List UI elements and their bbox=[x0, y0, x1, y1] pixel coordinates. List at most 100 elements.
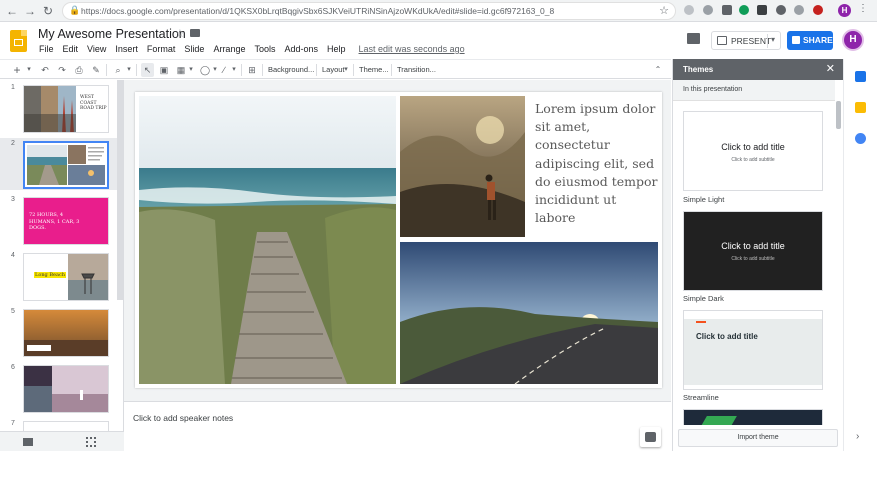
menu-insert[interactable]: Insert bbox=[115, 44, 138, 54]
divider bbox=[136, 64, 137, 76]
chevron-right-icon[interactable]: › bbox=[856, 431, 859, 442]
slide-body-text[interactable]: Lorem ipsum dolor sit amet, consectetur … bbox=[535, 100, 659, 227]
slide-thumbnail-row[interactable]: 7 bbox=[0, 418, 117, 431]
extension-icon[interactable] bbox=[794, 5, 804, 15]
chevron-up-icon[interactable]: ⌃ bbox=[652, 63, 664, 77]
slide-thumbnail[interactable] bbox=[23, 141, 109, 189]
chevron-down-icon[interactable]: ▾ bbox=[342, 63, 350, 77]
menu-edit[interactable]: Edit bbox=[63, 44, 79, 54]
paint-format-icon[interactable]: ✎ bbox=[90, 63, 102, 77]
speaker-notes[interactable]: Click to add speaker notes bbox=[124, 406, 671, 451]
filmstrip-view-icon[interactable] bbox=[23, 438, 33, 446]
chevron-down-icon[interactable]: ▾ bbox=[230, 63, 238, 77]
slide-thumbnail-row[interactable]: 5 bbox=[0, 306, 117, 358]
slide-thumbnail[interactable]: Long Beach bbox=[23, 253, 109, 301]
accent-bar bbox=[696, 321, 706, 323]
menu-bar: File Edit View Insert Format Slide Arran… bbox=[39, 44, 474, 54]
grid-view-icon[interactable] bbox=[86, 437, 96, 447]
extension-icon[interactable] bbox=[684, 5, 694, 15]
explore-icon bbox=[645, 432, 656, 442]
slide-1-title: WEST COAST ROAD TRIP bbox=[80, 95, 107, 111]
explore-button[interactable] bbox=[640, 427, 661, 447]
tasks-icon[interactable] bbox=[855, 133, 866, 144]
chevron-down-icon[interactable]: ▾ bbox=[771, 35, 775, 44]
slide-thumbnail[interactable] bbox=[23, 365, 109, 413]
slide-thumbnail-row[interactable]: 1 WEST COAST ROAD TRIP bbox=[0, 82, 117, 134]
last-edit-link[interactable]: Last edit was seconds ago bbox=[359, 44, 465, 54]
record-icon[interactable] bbox=[813, 5, 823, 15]
menu-arrange[interactable]: Arrange bbox=[213, 44, 245, 54]
new-slide-icon[interactable]: + bbox=[10, 63, 24, 77]
folder-icon[interactable] bbox=[190, 29, 200, 37]
keep-icon[interactable] bbox=[855, 102, 866, 113]
share-button[interactable]: SHARE bbox=[787, 31, 833, 50]
browser-menu-icon[interactable]: ⋮ bbox=[858, 3, 868, 14]
theme-card-simple-dark[interactable]: Click to add title Click to add subtitle bbox=[683, 211, 823, 291]
theme-card-streamline[interactable]: Click to add title bbox=[683, 310, 823, 390]
slide-thumbnail-row-selected[interactable]: 2 bbox=[0, 138, 117, 190]
slide-thumbnail-row[interactable]: 6 bbox=[0, 362, 117, 414]
extension-icon[interactable] bbox=[703, 5, 713, 15]
theme-card-simple-light[interactable]: Click to add title Click to add subtitle bbox=[683, 111, 823, 191]
theme-card-partial[interactable] bbox=[683, 409, 823, 425]
eyedropper-icon[interactable] bbox=[722, 5, 732, 15]
user-avatar[interactable]: H bbox=[842, 29, 864, 51]
document-title[interactable]: My Awesome Presentation bbox=[38, 27, 186, 41]
text-box-icon[interactable]: ▣ bbox=[158, 63, 170, 77]
slide-thumbnail[interactable]: 72 HOURS, 4 HUMANS, 1 CAR, 3 DOGS. bbox=[23, 197, 109, 245]
browser-profile-avatar[interactable]: H bbox=[838, 4, 851, 17]
chevron-down-icon[interactable]: ▾ bbox=[25, 63, 33, 77]
themes-scrollbar[interactable] bbox=[836, 101, 841, 129]
extension-icon[interactable] bbox=[739, 5, 749, 15]
background-button[interactable]: Background... bbox=[268, 63, 314, 77]
gear-icon[interactable] bbox=[776, 5, 786, 15]
present-button[interactable]: PRESENT ▾ bbox=[711, 31, 781, 50]
image-icon[interactable]: ▦ bbox=[175, 63, 187, 77]
chevron-down-icon[interactable]: ▾ bbox=[125, 63, 133, 77]
theme-name: Streamline bbox=[683, 393, 719, 402]
comment-history-icon[interactable] bbox=[687, 33, 700, 44]
chevron-down-icon[interactable]: ▾ bbox=[187, 63, 195, 77]
current-slide[interactable]: Lorem ipsum dolor sit amet, consectetur … bbox=[135, 92, 662, 388]
import-theme-button[interactable]: Import theme bbox=[678, 429, 838, 447]
extension-icon[interactable] bbox=[757, 5, 767, 15]
themes-section-header: In this presentation bbox=[673, 80, 835, 101]
slide-thumbnail[interactable] bbox=[23, 421, 109, 431]
theme-name: Simple Dark bbox=[683, 294, 724, 303]
slide-thumbnail-row[interactable]: 4 Long Beach bbox=[0, 250, 117, 302]
divider bbox=[241, 64, 242, 76]
menu-format[interactable]: Format bbox=[147, 44, 176, 54]
zoom-icon[interactable]: ⌕ bbox=[112, 63, 124, 77]
menu-tools[interactable]: Tools bbox=[254, 44, 275, 54]
slide-filmstrip: 1 WEST COAST ROAD TRIP 2 3 72 HOURS, 4 H… bbox=[0, 80, 124, 431]
theme-button[interactable]: Theme... bbox=[359, 63, 389, 77]
back-icon[interactable]: ← bbox=[4, 3, 20, 19]
star-icon[interactable]: ☆ bbox=[175, 27, 185, 40]
line-icon[interactable]: ∕ bbox=[218, 63, 230, 77]
bookmark-star-icon[interactable]: ☆ bbox=[659, 4, 669, 17]
menu-addons[interactable]: Add-ons bbox=[284, 44, 318, 54]
slide-thumbnail[interactable]: WEST COAST ROAD TRIP bbox=[23, 85, 109, 133]
slide-thumbnail-row[interactable]: 3 72 HOURS, 4 HUMANS, 1 CAR, 3 DOGS. bbox=[0, 194, 117, 246]
insert-comment-icon[interactable]: ⊞ bbox=[246, 63, 258, 77]
reload-icon[interactable]: ↻ bbox=[40, 3, 56, 19]
address-bar[interactable]: 🔒 https://docs.google.com/presentation/d… bbox=[62, 2, 676, 20]
shape-icon[interactable]: ◯ bbox=[199, 63, 211, 77]
transition-button[interactable]: Transition... bbox=[397, 63, 436, 77]
close-icon[interactable]: ✕ bbox=[826, 62, 835, 75]
divider bbox=[353, 64, 354, 76]
print-icon[interactable]: ⎙ bbox=[73, 63, 85, 77]
redo-icon[interactable]: ↷ bbox=[56, 63, 68, 77]
menu-view[interactable]: View bbox=[87, 44, 106, 54]
calendar-icon[interactable] bbox=[855, 71, 866, 82]
slides-logo-icon[interactable] bbox=[10, 30, 27, 52]
slide-thumbnail[interactable] bbox=[23, 309, 109, 357]
menu-slide[interactable]: Slide bbox=[184, 44, 204, 54]
slide-5-preview bbox=[24, 310, 108, 356]
select-cursor-icon[interactable]: ↖ bbox=[141, 63, 154, 77]
forward-icon[interactable]: → bbox=[22, 3, 38, 19]
menu-help[interactable]: Help bbox=[327, 44, 346, 54]
menu-file[interactable]: File bbox=[39, 44, 54, 54]
filmstrip-scrollbar[interactable] bbox=[117, 80, 123, 300]
undo-icon[interactable]: ↶ bbox=[39, 63, 51, 77]
